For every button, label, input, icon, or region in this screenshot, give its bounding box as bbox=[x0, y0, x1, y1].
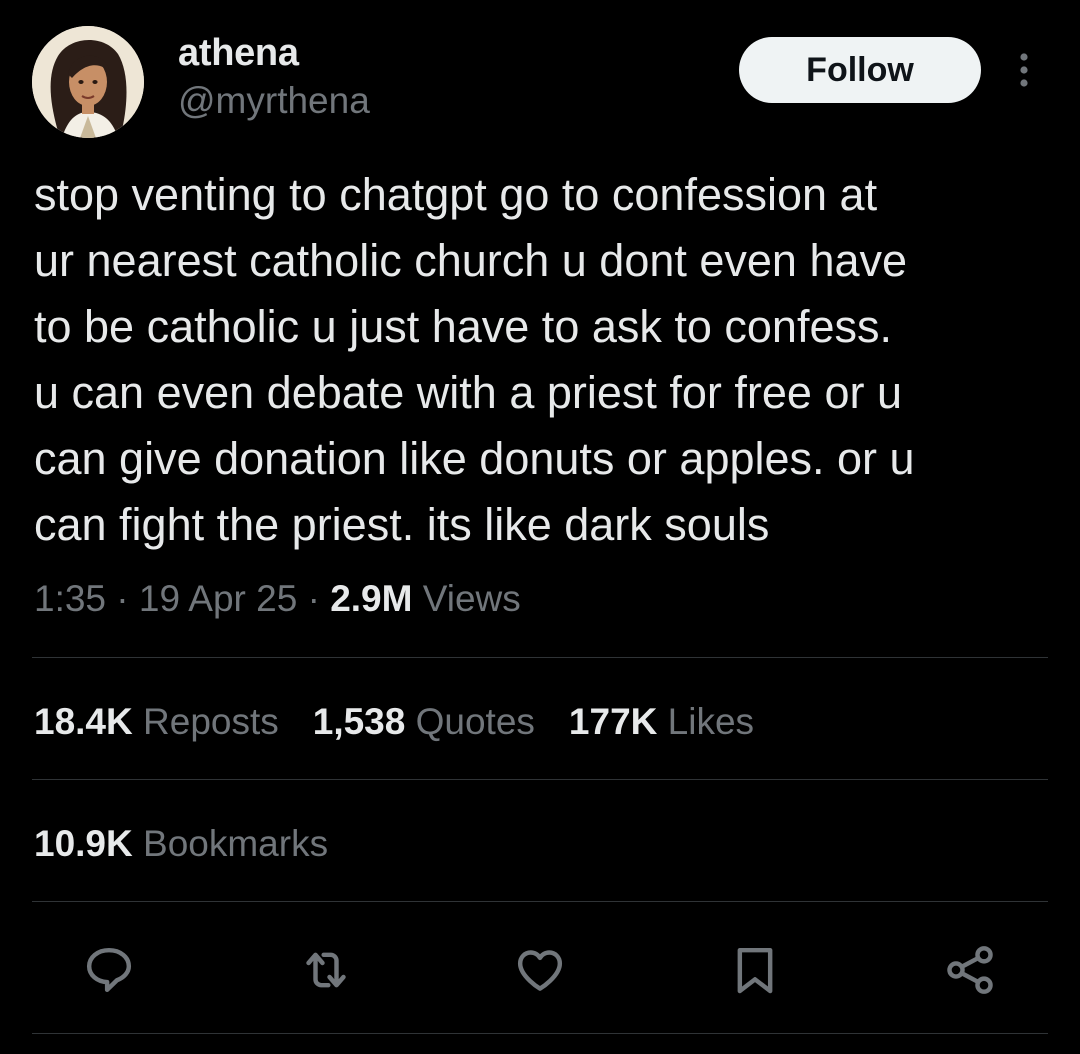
views-label: Views bbox=[422, 578, 521, 619]
user-handle[interactable]: @myrthena bbox=[178, 80, 370, 122]
divider bbox=[32, 657, 1048, 658]
engagement-stats: 18.4K Reposts 1,538 Quotes 177K Likes bbox=[34, 701, 754, 743]
share-icon[interactable] bbox=[940, 940, 1000, 1000]
quotes-count: 1,538 bbox=[312, 701, 406, 742]
tweet-meta: 1:35 · 19 Apr 25 · 2.9M Views bbox=[34, 578, 521, 619]
like-icon[interactable] bbox=[510, 940, 570, 1000]
tweet-text-line: can fight the priest. its like dark soul… bbox=[34, 499, 770, 550]
bookmark-stats: 10.9K Bookmarks bbox=[34, 823, 328, 865]
divider bbox=[32, 1033, 1048, 1034]
display-name[interactable]: athena bbox=[178, 32, 299, 75]
divider bbox=[32, 901, 1048, 902]
tweet-text-line: stop venting to chatgpt go to confession… bbox=[34, 169, 878, 220]
likes-stat[interactable]: 177K Likes bbox=[569, 701, 754, 743]
tweet-text-line: can give donation like donuts or apples.… bbox=[34, 433, 915, 484]
tweet-text: stop venting to chatgpt go to confession… bbox=[34, 162, 1054, 558]
reposts-count: 18.4K bbox=[34, 701, 133, 742]
avatar[interactable] bbox=[32, 26, 144, 138]
quotes-label: Quotes bbox=[415, 701, 535, 742]
reposts-label: Reposts bbox=[143, 701, 279, 742]
bookmarks-count: 10.9K bbox=[34, 823, 133, 864]
quotes-stat[interactable]: 1,538 Quotes bbox=[313, 701, 535, 743]
bookmarks-stat[interactable]: 10.9K Bookmarks bbox=[34, 823, 328, 865]
reply-icon[interactable] bbox=[79, 940, 139, 1000]
likes-count: 177K bbox=[568, 701, 658, 742]
views-count[interactable]: 2.9M bbox=[330, 578, 412, 619]
reposts-stat[interactable]: 18.4K Reposts bbox=[34, 701, 279, 743]
more-options-icon[interactable] bbox=[1008, 50, 1040, 90]
follow-button[interactable]: Follow bbox=[739, 37, 981, 103]
tweet-text-line: u can even debate with a priest for free… bbox=[34, 367, 903, 418]
tweet-text-line: ur nearest catholic church u dont even h… bbox=[34, 235, 908, 286]
bookmark-icon[interactable] bbox=[725, 940, 785, 1000]
repost-icon[interactable] bbox=[296, 940, 356, 1000]
tweet-time[interactable]: 1:35 bbox=[34, 578, 106, 619]
divider bbox=[32, 779, 1048, 780]
bookmarks-label: Bookmarks bbox=[143, 823, 329, 864]
tweet-date[interactable]: 19 Apr 25 bbox=[139, 578, 297, 619]
likes-label: Likes bbox=[667, 701, 755, 742]
tweet-text-line: to be catholic u just have to ask to con… bbox=[34, 301, 892, 352]
